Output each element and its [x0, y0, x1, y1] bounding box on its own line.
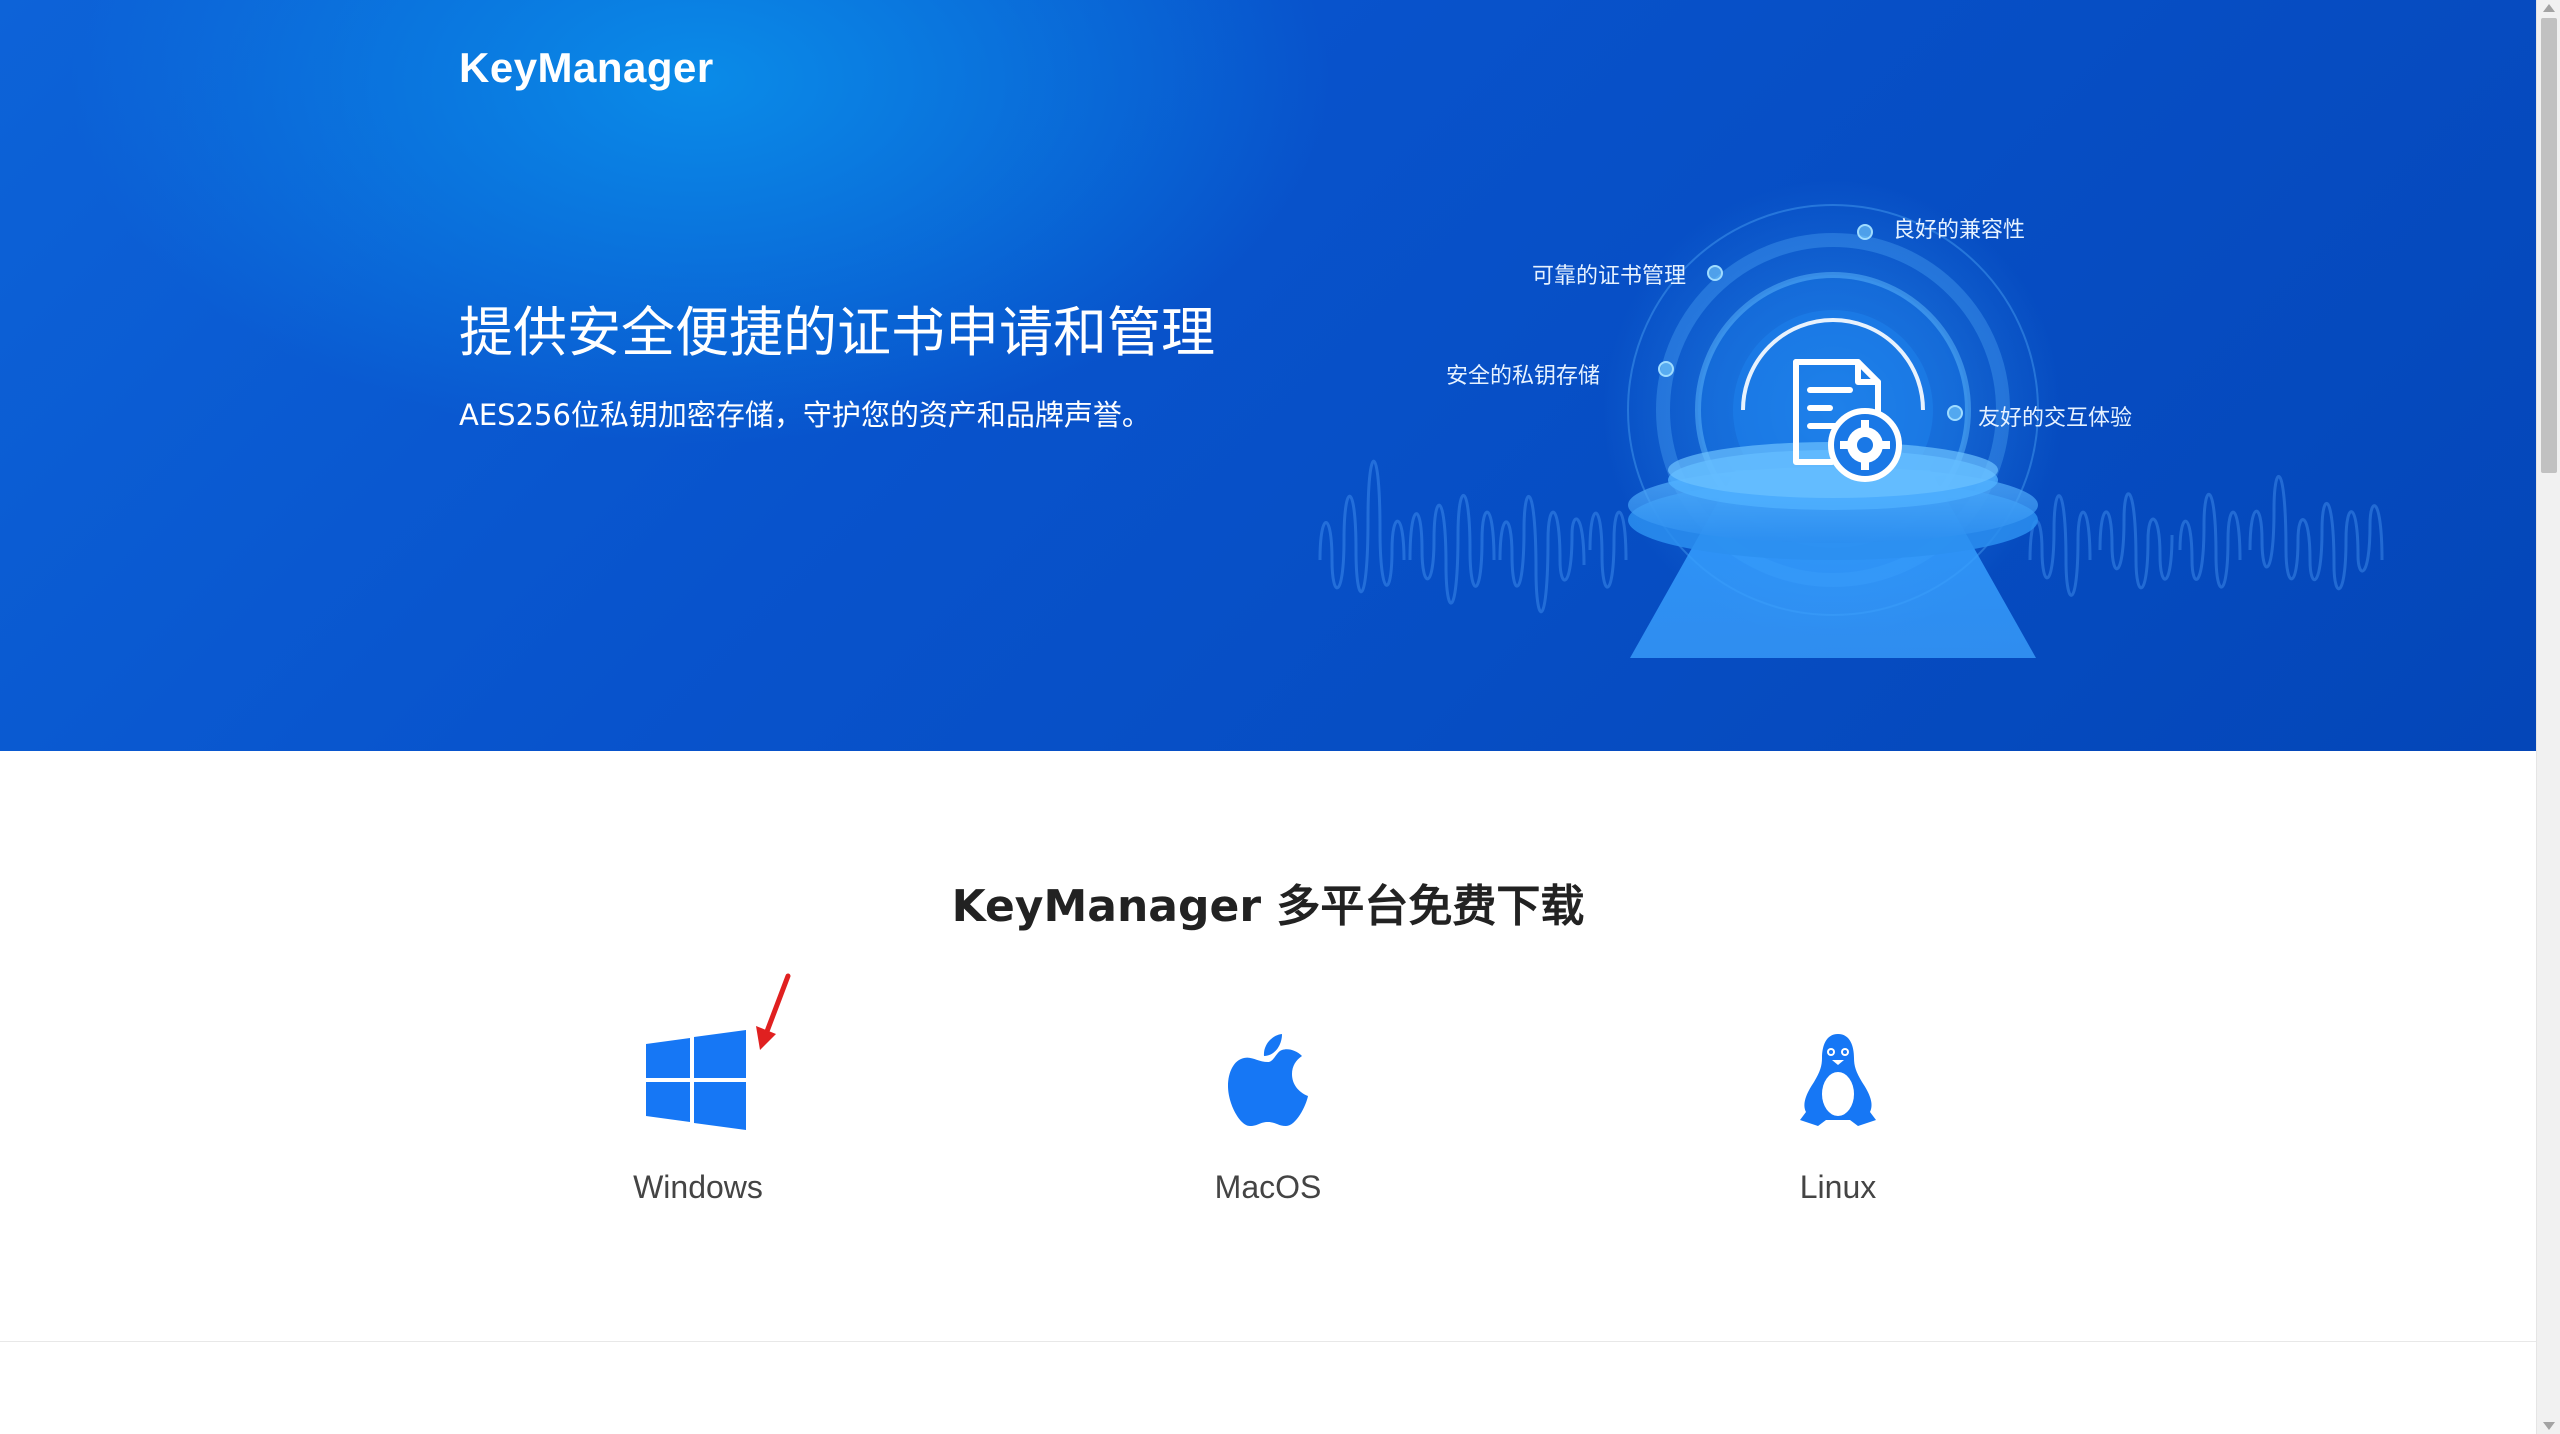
apple-icon: [1228, 1034, 1308, 1126]
download-section-title: KeyManager 多平台免费下载: [951, 881, 1585, 932]
page: KeyManager 提供安全便捷的证书申请和管理 AES256位私钥加密存储，…: [0, 0, 2560, 1434]
feature-label-cert-management: 可靠的证书管理: [1532, 264, 1687, 289]
feature-label-compatibility: 良好的兼容性: [1893, 218, 2026, 243]
hero-illustration: 良好的兼容性 可靠的证书管理 安全的私钥存储 友好的交互体验: [1310, 180, 2400, 660]
annotation-arrow-icon: [756, 973, 791, 1050]
hero-banner: KeyManager 提供安全便捷的证书申请和管理 AES256位私钥加密存储，…: [0, 0, 2536, 751]
scroll-thumb[interactable]: [2541, 18, 2557, 473]
platform-label-windows: Windows: [633, 1169, 763, 1205]
scroll-down-icon[interactable]: [2543, 1422, 2555, 1430]
feature-label-key-storage: 安全的私钥存储: [1446, 364, 1601, 389]
feature-label-interaction: 友好的交互体验: [1978, 406, 2133, 431]
download-macos[interactable]: MacOS: [1118, 1025, 1418, 1206]
platform-label-macos: MacOS: [1214, 1169, 1322, 1205]
download-linux[interactable]: Linux: [1688, 1025, 1988, 1206]
certificate-platform-graphic: [1318, 180, 2384, 658]
windows-icon: [646, 1030, 746, 1130]
page-scrollbar[interactable]: [2536, 0, 2560, 1434]
hero-subline: AES256位私钥加密存储，守护您的资产和品牌声誉。: [459, 398, 1151, 432]
scroll-up-icon[interactable]: [2543, 4, 2555, 12]
download-windows[interactable]: Windows: [548, 1025, 848, 1206]
linux-penguin-icon: [1800, 1034, 1876, 1126]
section-divider: [0, 1341, 2536, 1342]
gear-icon: [1828, 408, 1902, 482]
hero-headline: 提供安全便捷的证书申请和管理: [459, 301, 1215, 364]
platform-label-linux: Linux: [1799, 1169, 1877, 1205]
site-logo[interactable]: KeyManager: [459, 44, 714, 92]
